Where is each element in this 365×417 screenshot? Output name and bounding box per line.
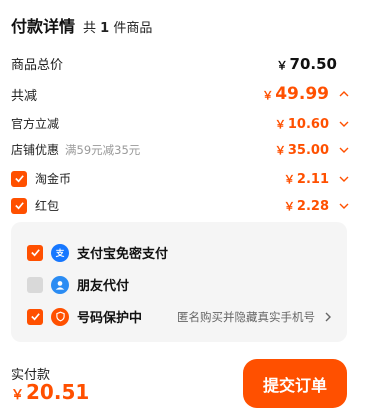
official-discount-amount: ￥ 10.60 [274,116,329,132]
payment-details-header: 付款详情 共 1 件商品 [11,13,152,37]
actual-payment-amount: ￥ 20.51 [11,380,90,404]
total-discount-row[interactable]: 共减 ￥ 49.99 [11,84,351,104]
privacy-hint[interactable]: 匿名购买并隐藏真实手机号 [177,309,335,325]
submit-order-button[interactable]: 提交订单 [243,359,347,408]
alipay-label: 支付宝免密支付 [77,247,169,262]
chevron-up-icon[interactable] [337,87,351,101]
total-price-row: 商品总价 ￥ 70.50 [11,54,351,74]
privacy-checkbox[interactable] [27,308,43,325]
friend-pay-label: 朋友代付 [77,279,130,294]
store-discount-amount: ￥ 35.00 [274,142,329,158]
privacy-option[interactable]: 号码保护中 匿名购买并隐藏真实手机号 [27,307,335,326]
hongbao-checkbox[interactable] [11,197,27,214]
chevron-down-icon[interactable] [337,117,351,131]
shield-icon [51,307,69,326]
chevron-down-icon[interactable] [337,199,351,213]
friend-pay-option[interactable]: 朋友代付 [27,275,335,294]
chevron-down-icon[interactable] [337,143,351,157]
alipay-icon: 支 [51,243,69,262]
chevron-right-icon [321,310,335,324]
taojinbi-checkbox[interactable] [11,170,27,187]
official-discount-row[interactable]: 官方立减 ￥ 10.60 [11,115,351,132]
store-discount-row[interactable]: 店铺优惠 满59元减35元 ￥ 35.00 [11,141,351,158]
taojinbi-amount: ￥ 2.11 [283,171,329,187]
total-discount-amount: ￥ 49.99 [262,84,329,104]
payment-options-card: 支 支付宝免密支付 朋友代付 号码保护中 匿名购买并隐藏真实手机号 [11,222,347,342]
chevron-down-icon[interactable] [337,172,351,186]
svg-text:支: 支 [55,247,65,259]
total-discount-label: 共减 [11,88,38,104]
payment-details-panel: 付款详情 共 1 件商品 商品总价 ￥ 70.50 共减 ￥ 49.99 官方立减 … [0,0,365,417]
total-price-label: 商品总价 [11,58,64,73]
privacy-label: 号码保护中 [77,311,143,326]
page-title: 付款详情 [11,17,76,36]
hongbao-row[interactable]: 红包 ￥ 2.28 [11,197,351,214]
total-price-amount: ￥ 70.50 [276,54,337,73]
official-discount-label: 官方立减 [11,117,60,131]
alipay-option[interactable]: 支 支付宝免密支付 [27,243,335,262]
item-count: 共 1 件商品 [83,21,153,36]
store-discount-label: 店铺优惠 [11,143,60,157]
hongbao-amount: ￥ 2.28 [283,198,329,214]
taojinbi-label: 淘金币 [35,172,72,186]
friend-pay-checkbox[interactable] [27,276,43,293]
hongbao-label: 红包 [35,199,60,213]
alipay-checkbox[interactable] [27,244,43,261]
taojinbi-row[interactable]: 淘金币 ￥ 2.11 [11,170,351,187]
friend-pay-icon [51,275,69,294]
store-discount-rule: 满59元减35元 [65,142,141,157]
